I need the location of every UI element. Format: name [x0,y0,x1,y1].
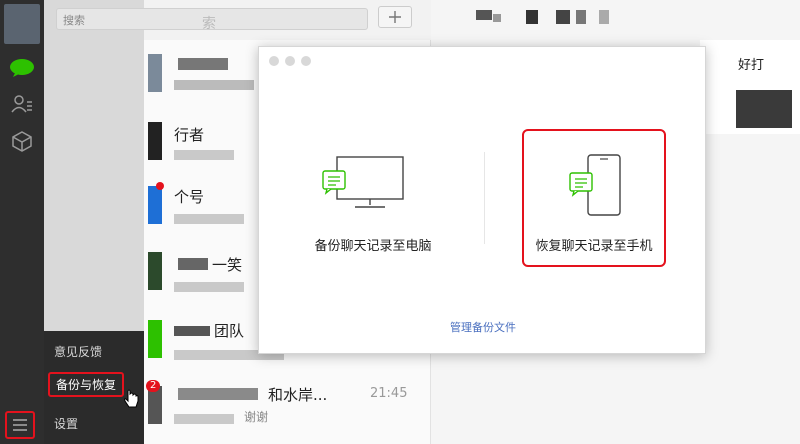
menu-button[interactable] [5,411,35,439]
partial-text: 好打 [738,58,765,73]
avatar [148,186,162,224]
preview-mosaic [174,414,234,424]
chat-preview: 谢谢 [244,410,269,424]
add-button[interactable] [378,6,412,28]
divider [484,152,485,244]
side-menu: 意见反馈 备份与恢复 设置 [44,331,144,444]
chat-name: 个号 [174,188,205,206]
title-mosaic [576,10,586,24]
favorites-cube-icon[interactable] [8,127,36,155]
name-mosaic [178,58,228,70]
minimize-window-icon[interactable] [285,56,295,66]
cursor-hand-icon [124,389,139,408]
title-mosaic [526,10,538,24]
chat-time: 21:45 [370,386,408,401]
title-mosaic [493,14,501,22]
hamburger-icon [13,419,27,431]
plus-icon [389,11,401,23]
menu-item-settings[interactable]: 设置 [54,415,78,432]
preview-mosaic [174,282,244,292]
search-input[interactable]: 搜索 索 [56,8,368,32]
maximize-window-icon[interactable] [301,56,311,66]
chat-icon[interactable] [8,54,36,82]
name-mosaic [178,388,258,400]
chat-name: 和水岸... [268,386,328,404]
close-window-icon[interactable] [269,56,279,66]
name-mosaic [174,326,210,336]
title-mosaic [599,10,609,24]
search-placeholder: 搜索 [63,14,85,27]
avatar [148,54,162,92]
image-thumbnail[interactable] [736,90,792,128]
phone-icon [569,154,621,216]
title-mosaic [556,10,570,24]
menu-item-backup-restore[interactable]: 备份与恢复 [48,372,125,397]
avatar[interactable] [4,4,40,44]
name-mosaic [178,258,208,270]
backup-restore-dialog: 备份聊天记录至电脑 恢复聊天记录至手机 管理备份文件 [258,46,706,354]
contacts-icon[interactable] [8,90,36,118]
menu-item-feedback[interactable]: 意见反馈 [54,343,102,360]
computer-icon [322,156,404,208]
unread-badge: 2 [146,380,161,392]
restore-to-phone-label: 恢复聊天记录至手机 [535,239,653,254]
preview-mosaic [174,80,254,90]
unread-dot [156,182,164,190]
chat-name: 一笑 [212,256,243,274]
left-rail [0,0,44,444]
avatar [148,252,162,290]
list-item[interactable]: 2 和水岸... 21:45 谢谢 [144,376,430,440]
avatar [148,320,162,358]
message-bubble: 好打 [700,40,800,134]
manage-backup-files-link[interactable]: 管理备份文件 [259,319,707,335]
chat-name: 团队 [214,322,245,340]
search-placeholder-faint: 索 [202,16,216,32]
restore-to-phone-option[interactable]: 恢复聊天记录至手机 [522,129,666,267]
title-mosaic [476,10,492,20]
backup-to-pc-label: 备份聊天记录至电脑 [314,239,432,254]
preview-mosaic [174,150,234,160]
avatar [148,122,162,160]
chat-name: 行者 [174,126,205,144]
preview-mosaic [174,214,244,224]
